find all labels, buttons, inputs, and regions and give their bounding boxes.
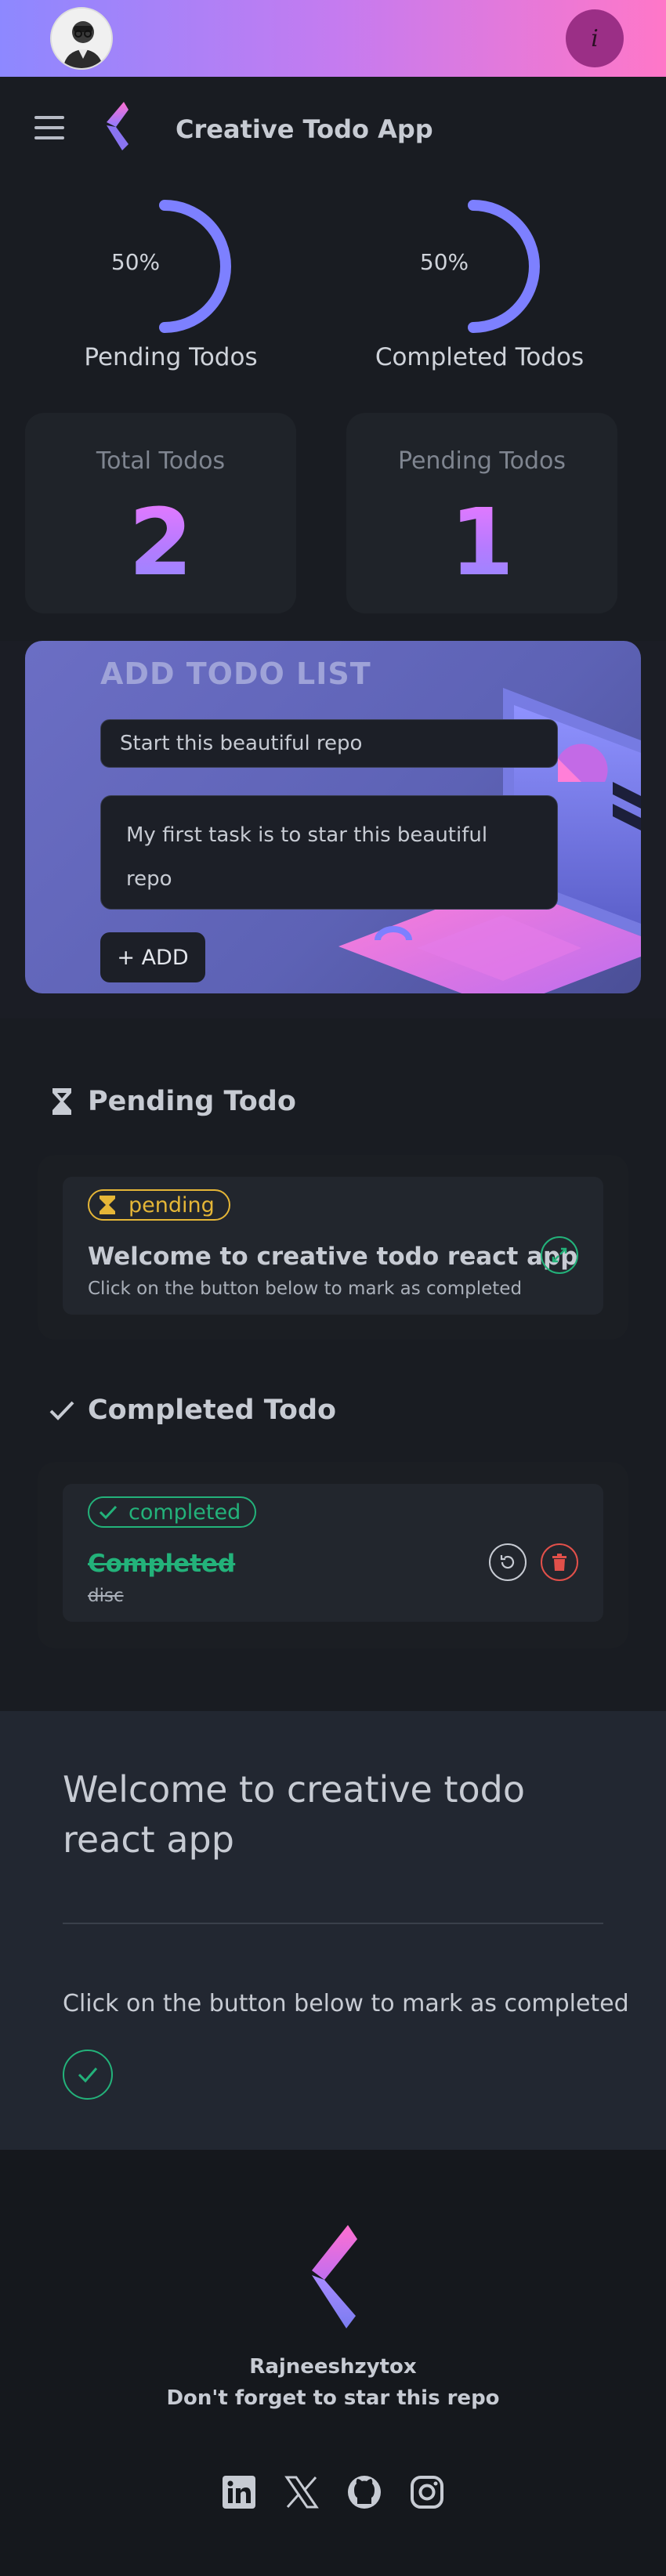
todo-detail: Welcome to creative todo react app Click…: [0, 1711, 666, 2150]
pending-progress: 50% Pending Todos: [53, 196, 288, 384]
hourglass-icon: [49, 1086, 75, 1117]
top-bar: i: [0, 0, 666, 77]
pending-todo-card[interactable]: pending Welcome to creative todo react a…: [63, 1177, 603, 1315]
pending-todos-card: Pending Todos 1: [346, 413, 617, 613]
logo-icon: [107, 102, 128, 150]
x-icon[interactable]: [282, 2473, 321, 2512]
check-icon: [78, 2068, 98, 2083]
detail-title: Welcome to creative todo react app: [63, 1768, 526, 1861]
hourglass-icon: [99, 1194, 119, 1216]
badge-label: completed: [128, 1500, 241, 1525]
footer: Rajneeshzytox Don't forget to star this …: [0, 2150, 666, 2576]
stat-value: 1: [346, 488, 617, 596]
pending-progress-value: 50%: [110, 249, 161, 275]
completed-progress: 50% Completed Todos: [362, 196, 597, 384]
expand-button[interactable]: [541, 1236, 578, 1274]
app-header: Creative Todo App: [0, 77, 666, 179]
completed-progress-value: 50%: [419, 249, 469, 275]
detail-description: Click on the button below to mark as com…: [63, 1990, 629, 2017]
status-badge: pending: [88, 1189, 230, 1221]
add-todo-title: ADD TODO LIST: [100, 657, 371, 691]
logo-icon: [312, 2225, 357, 2328]
footer-message: Don't forget to star this repo: [166, 2386, 500, 2410]
delete-button[interactable]: [541, 1543, 578, 1581]
todo-description-input[interactable]: My first task is to star this beautiful …: [100, 795, 558, 910]
pending-progress-label: Pending Todos: [84, 343, 258, 371]
todo-title: Completed: [88, 1550, 236, 1578]
completed-todo-card[interactable]: completed Completed disc: [63, 1484, 603, 1622]
completed-todo-list: completed Completed disc: [38, 1462, 628, 1648]
undo-icon: [500, 1555, 515, 1569]
check-icon: [49, 1395, 75, 1426]
add-todo-section: ADD TODO LIST Start this beautiful repo …: [0, 641, 666, 1018]
mark-complete-button[interactable]: [63, 2050, 113, 2100]
avatar[interactable]: [50, 7, 113, 70]
completed-heading-text: Completed Todo: [88, 1395, 337, 1426]
todo-title: Welcome to creative todo react app: [88, 1243, 578, 1271]
divider: [63, 1923, 603, 1924]
todo-description: Click on the button below to mark as com…: [88, 1279, 523, 1299]
stat-title: Total Todos: [96, 447, 226, 475]
add-todo-button[interactable]: + ADD: [100, 932, 205, 982]
info-button[interactable]: i: [566, 9, 624, 67]
check-icon: [99, 1501, 119, 1523]
pending-section-heading: Pending Todo: [49, 1086, 296, 1117]
completed-progress-label: Completed Todos: [375, 343, 585, 371]
completed-section-heading: Completed Todo: [49, 1395, 336, 1426]
stat-value: 2: [25, 488, 296, 596]
todo-title-input[interactable]: Start this beautiful repo: [100, 719, 558, 768]
add-todo-panel: ADD TODO LIST Start this beautiful repo …: [25, 641, 641, 993]
expand-icon: [552, 1247, 567, 1263]
linkedin-icon[interactable]: [219, 2473, 259, 2512]
undo-button[interactable]: [489, 1543, 527, 1581]
todo-description: disc: [88, 1586, 124, 1606]
github-icon[interactable]: [345, 2473, 384, 2512]
app-title: Creative Todo App: [176, 114, 433, 144]
status-badge: completed: [88, 1496, 257, 1528]
instagram-icon[interactable]: [407, 2473, 447, 2512]
pending-heading-text: Pending Todo: [88, 1086, 296, 1117]
pending-todo-list: pending Welcome to creative todo react a…: [38, 1155, 628, 1340]
author-name: Rajneeshzytox: [249, 2355, 417, 2379]
badge-label: pending: [128, 1192, 215, 1217]
social-links: [219, 2473, 447, 2516]
trash-icon: [552, 1554, 566, 1571]
stat-title: Pending Todos: [397, 447, 566, 475]
total-todos-card: Total Todos 2: [25, 413, 296, 613]
menu-icon[interactable]: [34, 116, 64, 139]
